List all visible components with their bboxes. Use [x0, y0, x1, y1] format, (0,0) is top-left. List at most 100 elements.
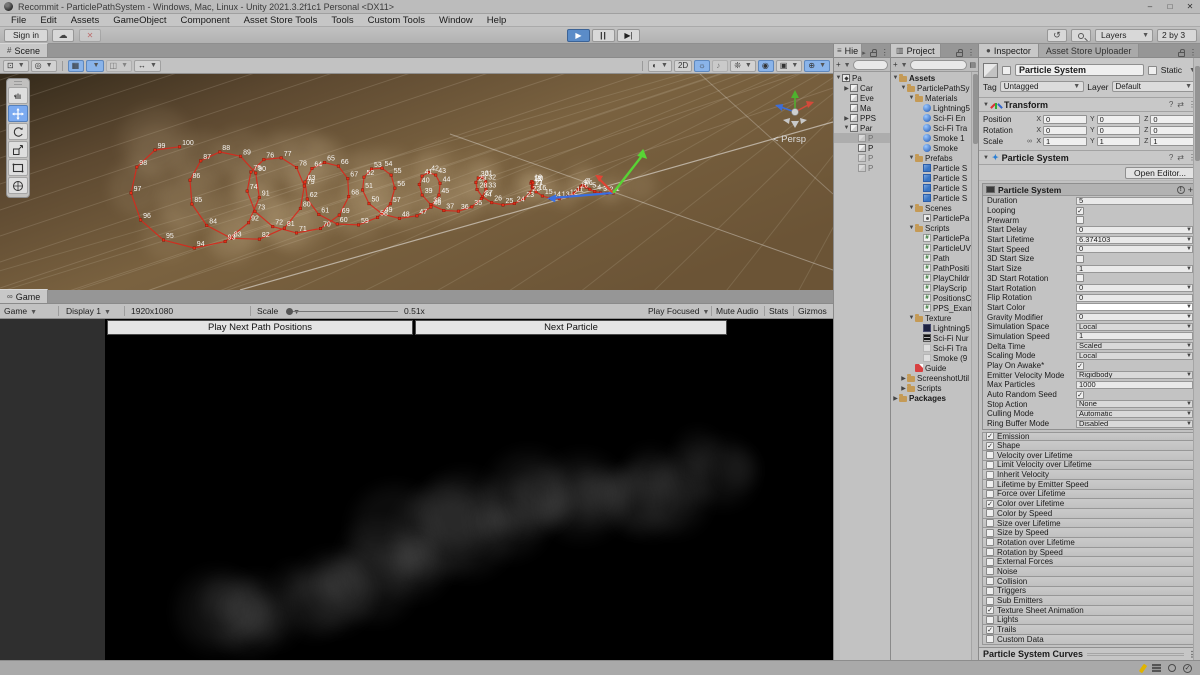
module-velocity-over-lifetime[interactable]: Velocity over Lifetime	[982, 451, 1197, 461]
tree-item-car[interactable]: ▶Car	[834, 83, 890, 93]
position-y-field[interactable]: 0	[1097, 115, 1141, 124]
tree-item-p[interactable]: P	[834, 143, 890, 153]
2d-toggle[interactable]: 2D	[674, 60, 692, 72]
presets-icon[interactable]: ⇄	[1177, 153, 1184, 162]
property-field[interactable]: Rigidbody	[1076, 371, 1193, 379]
tree-item-smoke-9[interactable]: Smoke (9	[891, 353, 978, 363]
kebab-menu-icon[interactable]: ⋮	[1189, 48, 1197, 57]
project-search-input[interactable]	[910, 60, 968, 70]
tree-item-materials[interactable]: ▼Materials	[891, 93, 978, 103]
collab-brush-icon[interactable]	[1139, 663, 1147, 673]
expand-arrow-icon[interactable]: ▼	[843, 125, 850, 131]
hidden-objects-toggle[interactable]: ◉	[758, 60, 774, 72]
tree-item-par[interactable]: ▼Par	[834, 123, 890, 133]
module-inherit-velocity[interactable]: Inherit Velocity	[982, 470, 1197, 480]
tool-handle-position-dropdown[interactable]: ⊡▼	[3, 60, 29, 72]
add-button[interactable]: +▼	[893, 60, 908, 69]
maximize-button[interactable]: □	[1160, 0, 1180, 14]
module-lifetime-by-emitter-speed[interactable]: Lifetime by Emitter Speed	[982, 480, 1197, 490]
game-button-next-particle[interactable]: Next Particle	[415, 320, 727, 335]
tree-item-sci-fi-tra[interactable]: Sci-Fi Tra	[891, 343, 978, 353]
expand-arrow-icon[interactable]: ▼	[900, 85, 907, 91]
close-button[interactable]: ✕	[1180, 0, 1200, 14]
move-tool-button[interactable]	[8, 105, 28, 122]
tree-item-playscrip[interactable]: #PlayScrip	[891, 283, 978, 293]
tree-item-path[interactable]: #Path	[891, 253, 978, 263]
cache-server-icon[interactable]	[1152, 664, 1161, 672]
tree-item-p[interactable]: P	[834, 163, 890, 173]
effects-dropdown[interactable]: ❊▼	[730, 60, 756, 72]
rect-tool-button[interactable]	[8, 159, 28, 176]
module-shape[interactable]: ✓Shape	[982, 441, 1197, 451]
tree-item-particlepathsy[interactable]: ▼ParticlePathSy	[891, 83, 978, 93]
module-checkbox[interactable]: ✓	[986, 606, 994, 614]
tree-item-particle-s[interactable]: Particle S	[891, 193, 978, 203]
property-field[interactable]: Local	[1076, 352, 1193, 360]
expand-arrow-icon[interactable]: ▶	[843, 85, 850, 92]
tree-item-ma[interactable]: Ma	[834, 103, 890, 113]
menu-edit[interactable]: Edit	[33, 14, 63, 27]
module-custom-data[interactable]: Custom Data	[982, 635, 1197, 645]
module-checkbox[interactable]	[986, 451, 994, 459]
module-checkbox[interactable]	[986, 471, 994, 479]
tree-item-particle-s[interactable]: Particle S	[891, 183, 978, 193]
module-checkbox[interactable]: ✓	[986, 626, 994, 634]
stats-toggle[interactable]: Stats	[769, 304, 788, 318]
menu-assets[interactable]: Assets	[64, 14, 107, 27]
module-checkbox[interactable]	[986, 587, 994, 595]
undo-history-button[interactable]: ↺	[1047, 29, 1067, 42]
hierarchy-tab[interactable]: ≡Hie	[834, 44, 862, 57]
tree-item-scenes[interactable]: ▼Scenes	[891, 203, 978, 213]
module-checkbox[interactable]	[986, 558, 994, 566]
game-tab[interactable]: ∞Game	[0, 289, 48, 303]
tree-item-p[interactable]: P	[834, 153, 890, 163]
position-x-field[interactable]: 0	[1043, 115, 1087, 124]
chevron-down-icon[interactable]: ▼	[1186, 343, 1192, 349]
expand-arrow-icon[interactable]: ▼	[835, 75, 842, 81]
property-field[interactable]: Local	[1076, 323, 1193, 331]
property-field[interactable]: 0	[1076, 294, 1193, 302]
module-collision[interactable]: Collision	[982, 577, 1197, 587]
tree-item-guide[interactable]: Guide	[891, 363, 978, 373]
rotate-tool-button[interactable]	[8, 123, 28, 140]
property-field[interactable]: 1	[1076, 265, 1193, 273]
tree-item-eve[interactable]: Eve	[834, 93, 890, 103]
chevron-down-icon[interactable]: ▼	[1186, 285, 1192, 291]
tree-item-pps-exam[interactable]: #PPS_Exam	[891, 303, 978, 313]
foldout-icon[interactable]: ▼	[983, 102, 989, 108]
tag-dropdown[interactable]: Untagged▼	[1000, 81, 1085, 92]
module-trails[interactable]: ✓Trails	[982, 625, 1197, 635]
step-button[interactable]: ▶|	[617, 29, 640, 42]
layers-dropdown[interactable]: Layers▼	[1095, 29, 1153, 42]
menu-custom-tools[interactable]: Custom Tools	[361, 14, 432, 27]
static-checkbox[interactable]	[1148, 66, 1157, 75]
tree-item-lightning5[interactable]: Lightning5	[891, 103, 978, 113]
layout-dropdown[interactable]: 2 by 3▼	[1157, 29, 1197, 42]
scale-y-field[interactable]: 1	[1097, 137, 1141, 146]
tree-item-texture[interactable]: ▼Texture	[891, 313, 978, 323]
property-checkbox[interactable]	[1076, 216, 1084, 224]
open-editor-button[interactable]: Open Editor...	[1125, 167, 1195, 179]
tree-item-pps[interactable]: ▶PPS	[834, 113, 890, 123]
property-checkbox[interactable]: ✓	[1076, 391, 1084, 399]
tree-item-lightning5[interactable]: Lightning5	[891, 323, 978, 333]
menu-window[interactable]: Window	[432, 14, 480, 27]
tree-item-smoke-1[interactable]: Smoke 1	[891, 133, 978, 143]
asset-store-uploader-tab[interactable]: Asset Store Uploader	[1039, 44, 1140, 57]
lock-icon[interactable]	[870, 52, 877, 57]
project-tab[interactable]: ▥Project	[891, 44, 941, 57]
chevron-down-icon[interactable]: ▼	[1186, 421, 1192, 427]
module-checkbox[interactable]	[986, 529, 994, 537]
tool-handle-rotation-dropdown[interactable]: ◎▼	[31, 60, 57, 72]
property-field[interactable]: 0	[1076, 226, 1193, 234]
module-sub-emitters[interactable]: Sub Emitters	[982, 596, 1197, 606]
module-checkbox[interactable]	[986, 480, 994, 488]
module-checkbox[interactable]: ✓	[986, 432, 994, 440]
tree-item-particlepa[interactable]: ParticlePa	[891, 213, 978, 223]
display-select-dropdown[interactable]: Display 1▼	[66, 304, 111, 318]
module-rotation-by-speed[interactable]: Rotation by Speed	[982, 548, 1197, 558]
scale-x-field[interactable]: 1	[1043, 137, 1087, 146]
tree-item-p[interactable]: P	[834, 133, 890, 143]
property-checkbox[interactable]: ✓	[1076, 207, 1084, 215]
mute-audio-toggle[interactable]: Mute Audio	[716, 304, 759, 318]
